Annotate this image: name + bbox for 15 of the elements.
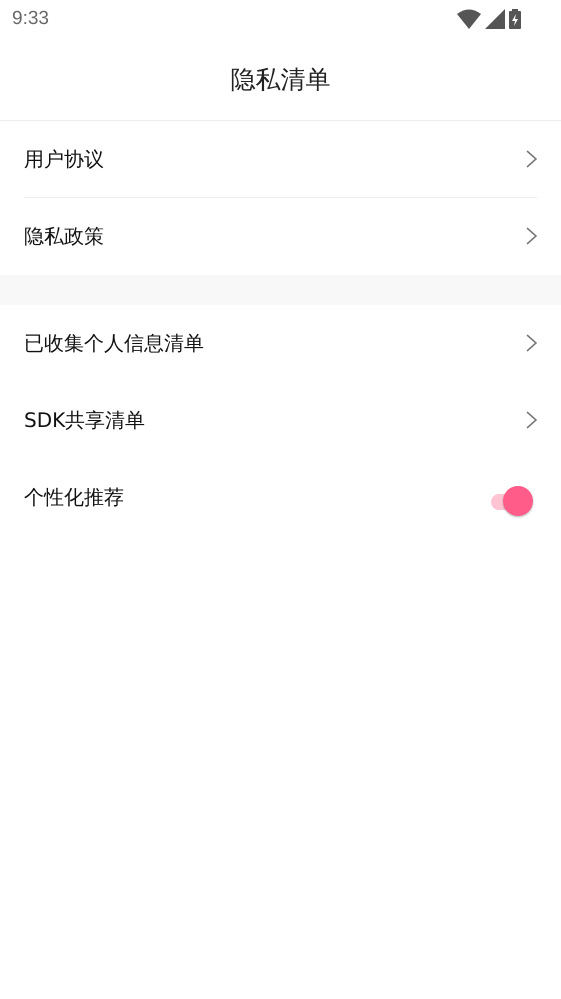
signal-icon	[485, 9, 505, 29]
row-label: 个性化推荐	[24, 484, 124, 510]
page-title: 隐私清单	[230, 64, 330, 96]
chevron-right-icon[interactable]	[526, 150, 537, 168]
battery-icon	[509, 9, 521, 29]
row-label: 用户协议	[24, 146, 104, 172]
wifi-icon	[457, 9, 481, 29]
toggle-switch[interactable]	[489, 486, 535, 518]
row-label: 已收集个人信息清单	[24, 330, 204, 356]
status-time: 9:33	[12, 8, 49, 30]
row-label: 隐私政策	[24, 222, 104, 250]
chevron-right-icon[interactable]	[526, 227, 537, 245]
chevron-right-icon[interactable]	[526, 334, 537, 352]
chevron-right-icon[interactable]	[526, 411, 537, 429]
row-label: SDK共享清单	[24, 406, 146, 434]
